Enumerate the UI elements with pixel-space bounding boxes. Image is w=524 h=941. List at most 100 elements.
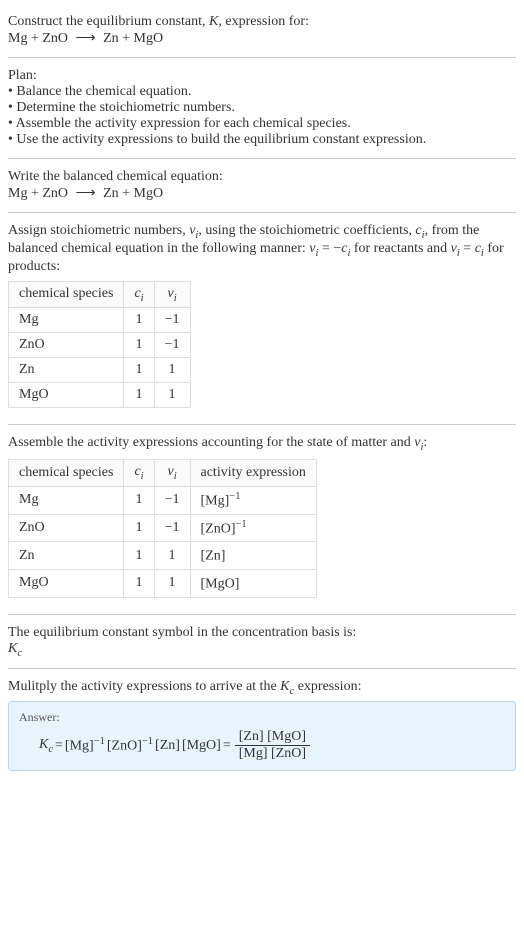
- activity-section: Assemble the activity expressions accoun…: [8, 429, 516, 609]
- divider: [8, 424, 516, 425]
- multiply-section: Mulitply the activity expressions to arr…: [8, 673, 516, 777]
- cell-nui: 1: [154, 358, 190, 383]
- col-species: chemical species: [9, 460, 124, 487]
- divider: [8, 212, 516, 213]
- kc-symbol-text: The equilibrium constant symbol in the c…: [8, 625, 516, 641]
- sub-i: i: [174, 292, 177, 303]
- prompt-text2: , expression for:: [218, 14, 309, 29]
- text: , using the stoichiometric coefficients,: [198, 223, 415, 238]
- divider: [8, 614, 516, 615]
- table-header-row: chemical species ci νi activity expressi…: [9, 460, 317, 487]
- prompt-line1: Construct the equilibrium constant, K, e…: [8, 14, 516, 30]
- col-species: chemical species: [9, 281, 124, 308]
- eq-arrow: ⟶: [72, 186, 100, 201]
- cell-ci: 1: [124, 333, 154, 358]
- col-nui: νi: [154, 281, 190, 308]
- table-row: Zn11: [9, 358, 191, 383]
- base: [Mg]: [65, 739, 94, 754]
- cell-nui: 1: [154, 569, 190, 597]
- table-row: ZnO1−1[ZnO]−1: [9, 514, 317, 542]
- cell-species: Zn: [9, 358, 124, 383]
- col-activity: activity expression: [190, 460, 316, 487]
- cell-species: Mg: [9, 486, 124, 514]
- cell-nui: −1: [154, 308, 190, 333]
- exp: −1: [142, 736, 153, 747]
- sub-c: c: [48, 744, 53, 755]
- kc-symbol-section: The equilibrium constant symbol in the c…: [8, 619, 516, 665]
- table-row: ZnO1−1: [9, 333, 191, 358]
- cell-species: ZnO: [9, 514, 124, 542]
- cell-ci: 1: [124, 308, 154, 333]
- base: [Mg]: [201, 494, 230, 509]
- answer-expression: Kc = [Mg]−1 [ZnO]−1 [Zn] [MgO] = [Zn] [M…: [19, 729, 505, 762]
- table-row: MgO11: [9, 383, 191, 408]
- cell-activity: [Zn]: [190, 542, 316, 570]
- numerator: [Zn] [MgO]: [235, 729, 310, 746]
- text: Assign stoichiometric numbers,: [8, 223, 189, 238]
- activity-table: chemical species ci νi activity expressi…: [8, 459, 317, 597]
- prompt-equation: Mg + ZnO ⟶ Zn + MgO: [8, 30, 516, 47]
- plan-bullet: • Use the activity expressions to build …: [8, 132, 516, 148]
- cell-species: Zn: [9, 542, 124, 570]
- table-row: Mg1−1: [9, 308, 191, 333]
- balanced-equation: Mg + ZnO ⟶ Zn + MgO: [8, 185, 516, 202]
- answer-box: Answer: Kc = [Mg]−1 [ZnO]−1 [Zn] [MgO] =…: [8, 701, 516, 771]
- table-row: Zn11[Zn]: [9, 542, 317, 570]
- cell-ci: 1: [124, 383, 154, 408]
- divider: [8, 158, 516, 159]
- cell-ci: 1: [124, 514, 154, 542]
- K: Kc: [39, 737, 53, 755]
- cell-activity: [Mg]−1: [190, 486, 316, 514]
- sub-i: i: [174, 471, 177, 482]
- cell-ci: 1: [124, 542, 154, 570]
- balanced-title: Write the balanced chemical equation:: [8, 169, 516, 185]
- base: [ZnO]: [201, 521, 236, 536]
- cell-ci: 1: [124, 358, 154, 383]
- text: = −: [318, 241, 341, 256]
- col-ci: ci: [124, 460, 154, 487]
- cell-activity: [ZnO]−1: [190, 514, 316, 542]
- activity-text: Assemble the activity expressions accoun…: [8, 435, 516, 453]
- plan-bullet: • Assemble the activity expression for e…: [8, 116, 516, 132]
- stoich-section: Assign stoichiometric numbers, νi , using…: [8, 217, 516, 420]
- equals: =: [55, 738, 63, 754]
- exp: −1: [229, 491, 240, 502]
- denominator: [Mg] [ZnO]: [235, 746, 310, 762]
- col-ci: ci: [124, 281, 154, 308]
- eq-rhs: Zn + MgO: [103, 186, 163, 201]
- cell-ci: 1: [124, 486, 154, 514]
- table-header-row: chemical species ci νi: [9, 281, 191, 308]
- eq-rhs: Zn + MgO: [103, 31, 163, 46]
- eq-arrow: ⟶: [72, 31, 100, 46]
- stoich-table: chemical species ci νi Mg1−1 ZnO1−1 Zn11…: [8, 281, 191, 409]
- cell-nui: −1: [154, 333, 190, 358]
- term2: [ZnO]−1: [107, 736, 153, 755]
- prompt-section: Construct the equilibrium constant, K, e…: [8, 8, 516, 53]
- col-nui: νi: [154, 460, 190, 487]
- fraction: [Zn] [MgO] [Mg] [ZnO]: [235, 729, 310, 762]
- balanced-section: Write the balanced chemical equation: Mg…: [8, 163, 516, 208]
- term3: [Zn]: [155, 738, 180, 754]
- cell-nui: 1: [154, 542, 190, 570]
- cell-species: MgO: [9, 383, 124, 408]
- cell-species: Mg: [9, 308, 124, 333]
- prompt-K: K: [209, 14, 218, 29]
- plan-title: Plan:: [8, 68, 516, 84]
- cell-nui: −1: [154, 514, 190, 542]
- text: Assemble the activity expressions accoun…: [8, 435, 414, 450]
- K: K: [8, 641, 17, 656]
- answer-label: Answer:: [19, 710, 505, 725]
- exp: −1: [94, 736, 105, 747]
- sub-c: c: [17, 647, 22, 658]
- divider: [8, 57, 516, 58]
- text: :: [423, 435, 427, 450]
- cell-nui: −1: [154, 486, 190, 514]
- eq-lhs: Mg + ZnO: [8, 186, 68, 201]
- table-row: Mg1−1[Mg]−1: [9, 486, 317, 514]
- plan-bullet: • Balance the chemical equation.: [8, 84, 516, 100]
- cell-species: ZnO: [9, 333, 124, 358]
- term1: [Mg]−1: [65, 736, 105, 755]
- cell-ci: 1: [124, 569, 154, 597]
- cell-species: MgO: [9, 569, 124, 597]
- K: K: [280, 679, 289, 694]
